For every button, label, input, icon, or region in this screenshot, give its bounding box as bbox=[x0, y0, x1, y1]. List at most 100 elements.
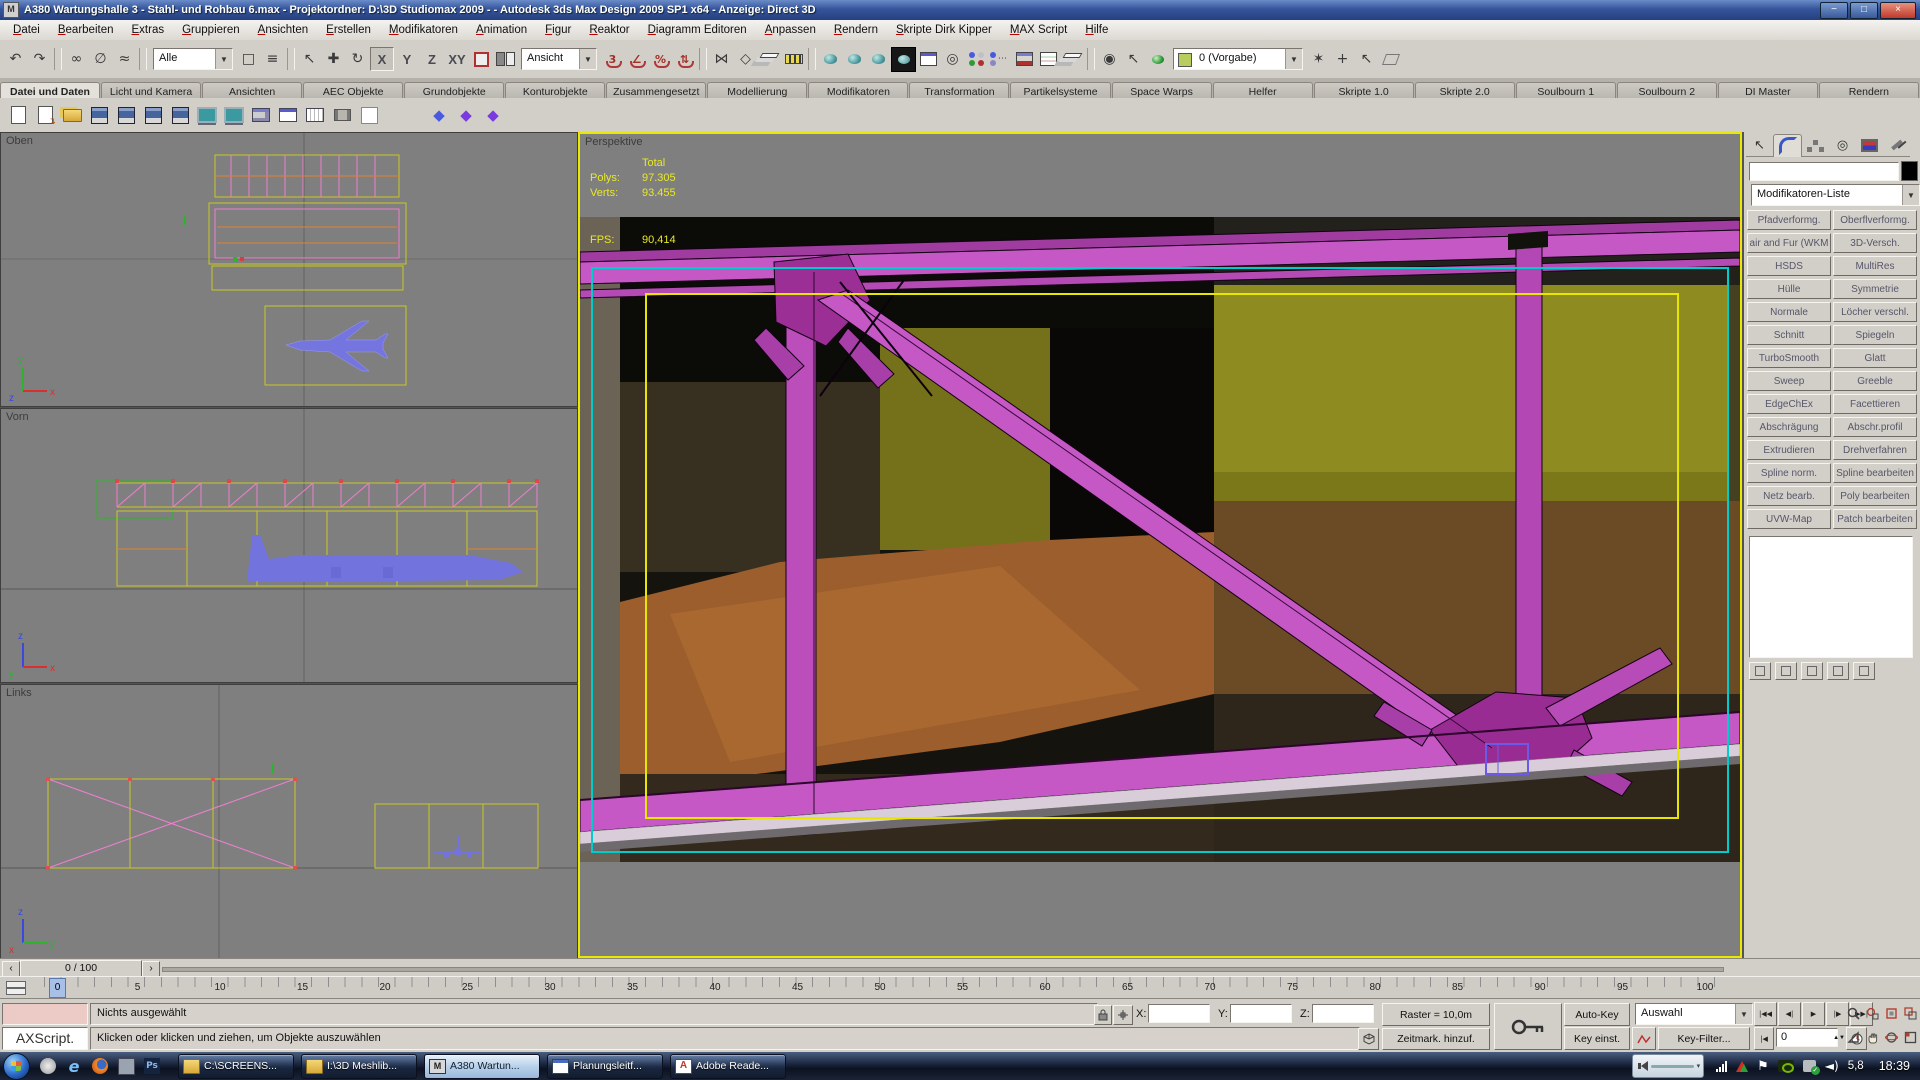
menu-item[interactable]: Skripte Dirk Kipper bbox=[887, 22, 1001, 38]
modifier-button[interactable]: Pfadverformg. bbox=[1747, 210, 1831, 230]
axis-x-button[interactable]: X bbox=[370, 47, 394, 71]
separator[interactable] bbox=[699, 48, 707, 70]
key-filter-button[interactable]: Key-Filter... bbox=[1658, 1027, 1750, 1050]
viewport-front-label[interactable]: Vorn bbox=[6, 411, 29, 423]
current-frame-field[interactable]: 0 bbox=[1776, 1028, 1838, 1047]
show-end-result-icon[interactable] bbox=[1775, 662, 1797, 680]
menu-item[interactable]: Anpassen bbox=[756, 22, 825, 38]
nvidia-tray-icon[interactable] bbox=[1778, 1060, 1794, 1072]
curve-editor-icon[interactable] bbox=[1013, 48, 1036, 71]
preview-teapot-icon[interactable] bbox=[1146, 48, 1169, 71]
modifier-button[interactable]: Glatt bbox=[1833, 348, 1917, 368]
default-in-out-tangent-button[interactable] bbox=[1632, 1027, 1656, 1050]
tray-triangle-icon[interactable] bbox=[1736, 1061, 1748, 1072]
menu-item[interactable]: Animation bbox=[467, 22, 536, 38]
volume-slider[interactable] bbox=[1651, 1065, 1693, 1068]
material-editor-icon[interactable] bbox=[965, 48, 988, 71]
add-icon[interactable]: + bbox=[1331, 48, 1354, 71]
tab-create[interactable]: ↖ bbox=[1746, 134, 1773, 157]
window-icon[interactable] bbox=[276, 103, 300, 127]
current-frame-marker[interactable]: 0 bbox=[49, 978, 66, 998]
viewport-panes-icon[interactable] bbox=[494, 48, 517, 71]
orbit-button[interactable] bbox=[1882, 1026, 1900, 1049]
taskbar-button-planung[interactable]: Planungsleitf... bbox=[547, 1054, 663, 1079]
modifier-button[interactable]: Drehverfahren bbox=[1833, 440, 1917, 460]
render-scene-teapot-icon[interactable] bbox=[819, 48, 842, 71]
taskbar-button-screens[interactable]: C:\SCREENS... bbox=[178, 1054, 294, 1079]
spacer[interactable] bbox=[384, 103, 424, 127]
modifier-button[interactable]: Schnitt bbox=[1747, 325, 1831, 345]
time-next-button[interactable]: › bbox=[142, 961, 160, 977]
set-key-big-button[interactable] bbox=[1494, 1003, 1562, 1050]
modifier-button[interactable]: Greeble bbox=[1833, 371, 1917, 391]
unlink-selection-icon[interactable]: ∅ bbox=[89, 48, 112, 71]
angle-snap-icon[interactable]: ∠ bbox=[625, 48, 648, 71]
separator[interactable] bbox=[54, 48, 62, 70]
modifier-button[interactable]: Sweep bbox=[1747, 371, 1831, 391]
modifier-button[interactable]: Abschr.profil bbox=[1833, 417, 1917, 437]
menu-item[interactable]: Reaktor bbox=[580, 22, 638, 38]
reference-coordsys-dropdown[interactable]: Ansicht ▼ bbox=[521, 48, 597, 70]
save-as-icon[interactable] bbox=[141, 103, 165, 127]
viewport-left-label[interactable]: Links bbox=[6, 687, 32, 699]
viewport-left[interactable]: Links bbox=[0, 684, 578, 960]
selection-filter-dropdown[interactable]: Alle ▼ bbox=[153, 48, 233, 70]
modifier-button[interactable]: 3D-Versch. bbox=[1833, 233, 1917, 253]
rect-selection-region-icon[interactable]: □ bbox=[237, 48, 260, 71]
taskbar-button-meshlib[interactable]: I:\3D Meshlib... bbox=[301, 1054, 417, 1079]
modifier-button[interactable]: Patch bearbeiten bbox=[1833, 509, 1917, 529]
menu-item[interactable]: Extras bbox=[123, 22, 174, 38]
set-key-button[interactable]: Key einst. bbox=[1564, 1027, 1630, 1050]
dropdown-arrow-icon[interactable]: ▼ bbox=[1735, 1004, 1752, 1024]
zoom-button[interactable] bbox=[1844, 1002, 1862, 1025]
modifier-button[interactable]: Facettieren bbox=[1833, 394, 1917, 414]
tray-flag-icon[interactable]: ⚑ bbox=[1757, 1059, 1769, 1074]
viewport-perspective-label[interactable]: Perspektive bbox=[585, 136, 642, 148]
menu-item[interactable]: Diagramm Editoren bbox=[639, 22, 756, 38]
render-frame-window-icon[interactable] bbox=[917, 48, 940, 71]
tab-utilities[interactable] bbox=[1883, 134, 1910, 157]
viewport-image-icon[interactable] bbox=[249, 103, 273, 127]
menu-item[interactable]: Ansichten bbox=[249, 22, 318, 38]
modifier-button[interactable]: Hülle bbox=[1747, 279, 1831, 299]
modifier-stack-list[interactable] bbox=[1749, 536, 1913, 658]
axis-y-button[interactable]: Y bbox=[395, 47, 419, 71]
zoom-all-button[interactable] bbox=[1863, 1002, 1881, 1025]
light-icon[interactable]: ✶ bbox=[1307, 48, 1330, 71]
tab-hierarchy[interactable] bbox=[1802, 134, 1829, 157]
menu-item[interactable]: Modifikatoren bbox=[380, 22, 467, 38]
viewport-top-label[interactable]: Oben bbox=[6, 135, 33, 147]
box-pick-icon[interactable] bbox=[1379, 48, 1402, 71]
modifier-button[interactable]: Löcher verschl. bbox=[1833, 302, 1917, 322]
snap-toggle-3d-icon[interactable]: 3 bbox=[601, 48, 624, 71]
modifier-button[interactable]: TurboSmooth bbox=[1747, 348, 1831, 368]
perspective-canvas[interactable] bbox=[580, 134, 1740, 956]
maximize-button[interactable]: □ bbox=[1850, 2, 1878, 19]
diamond-purple2-icon[interactable]: ◆ bbox=[481, 103, 505, 127]
modifier-button[interactable]: MultiRes bbox=[1833, 256, 1917, 276]
frame-spinner[interactable]: ▲▼ bbox=[1834, 1028, 1844, 1047]
absolute-mode-button[interactable] bbox=[1113, 1005, 1133, 1025]
select-object-icon[interactable]: ↖ bbox=[298, 48, 321, 71]
modifier-button[interactable]: Symmetrie bbox=[1833, 279, 1917, 299]
tab-motion[interactable]: ◎ bbox=[1829, 134, 1856, 157]
select-and-manipulate-icon[interactable] bbox=[470, 48, 493, 71]
align-icon[interactable]: ◇ bbox=[734, 48, 757, 71]
undo-icon[interactable]: ↶ bbox=[4, 48, 27, 71]
z-coordinate-field[interactable] bbox=[1312, 1004, 1374, 1023]
render-type-teapot-icon[interactable] bbox=[843, 48, 866, 71]
signal-bars-icon[interactable] bbox=[1716, 1061, 1727, 1072]
x-coordinate-field[interactable] bbox=[1148, 1004, 1210, 1023]
layer-list-icon[interactable] bbox=[1061, 48, 1084, 71]
modifier-list-dropdown[interactable]: Modifikatoren-Liste ▼ bbox=[1751, 184, 1920, 206]
new-scene-icon[interactable] bbox=[6, 103, 30, 127]
prev-frame-button[interactable]: ◀| bbox=[1778, 1002, 1801, 1026]
material-browser-icon[interactable] bbox=[989, 48, 1012, 71]
modifier-button[interactable]: UVW-Map bbox=[1747, 509, 1831, 529]
separator[interactable] bbox=[1087, 48, 1095, 70]
quicklaunch-firefox-icon[interactable] bbox=[90, 1056, 110, 1076]
viewport-left-canvas[interactable]: z y x bbox=[1, 685, 577, 959]
viewport-perspective[interactable]: Perspektive Total Polys:97.305 Verts:93.… bbox=[578, 132, 1742, 958]
menu-item[interactable]: Rendern bbox=[825, 22, 887, 38]
tray-clock[interactable]: 18:39 bbox=[1879, 1059, 1910, 1073]
